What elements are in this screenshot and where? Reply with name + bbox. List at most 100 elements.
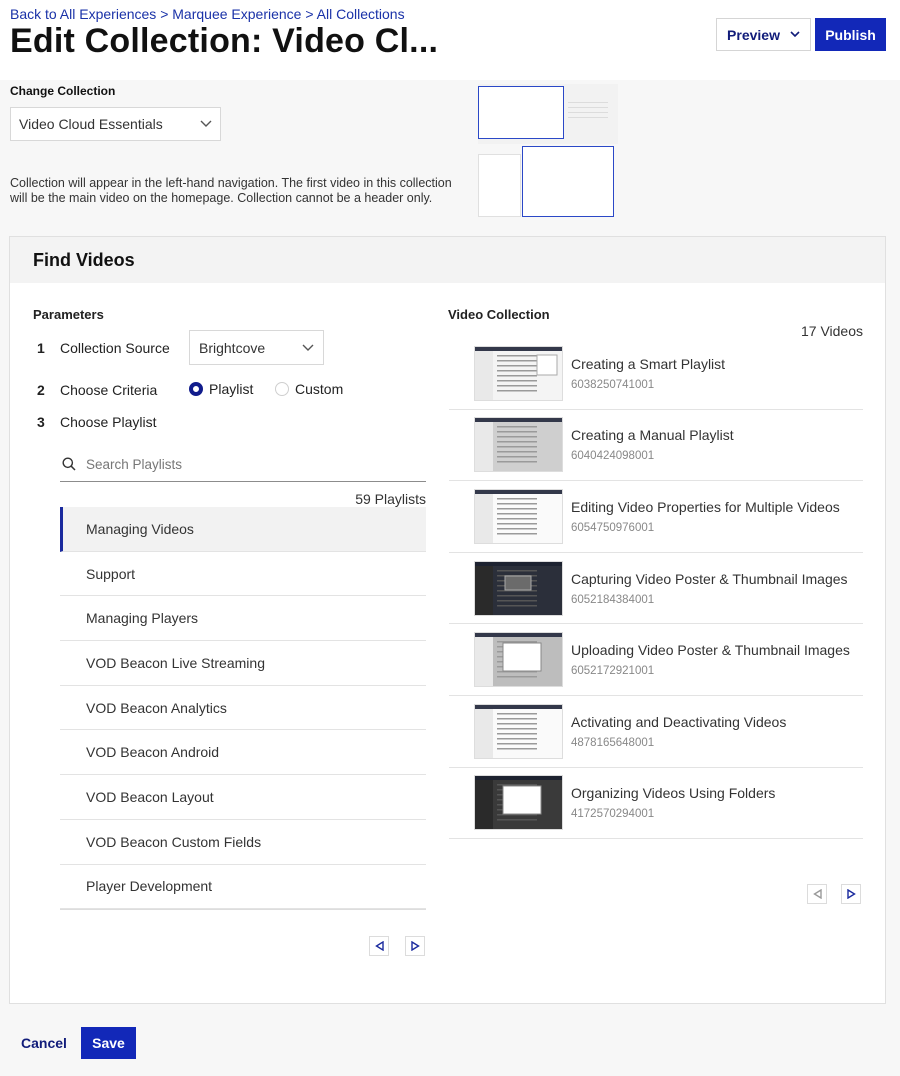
triangle-left-icon	[374, 941, 384, 951]
video-list: Creating a Smart Playlist 6038250741001 Cr…	[449, 338, 863, 840]
chevron-down-icon	[200, 120, 212, 127]
playlist-list: Managing Videos Support Managing Players VO…	[60, 507, 426, 911]
playlist-item-label: Managing Players	[86, 610, 199, 627]
video-title: Creating a Manual Playlist	[571, 427, 734, 444]
playlist-item[interactable]: VOD Beacon Live Streaming	[60, 641, 426, 686]
layout-preview-sidebar	[478, 154, 521, 217]
video-text: Editing Video Properties for Multiple Vi…	[571, 499, 861, 534]
playlist-item-label: VOD Beacon Live Streaming	[86, 654, 265, 671]
step-choose-criteria: 2 Choose Criteria	[37, 382, 157, 398]
save-button[interactable]: Save	[81, 1027, 136, 1059]
step-label: Choose Criteria	[60, 382, 158, 398]
step-number: 1	[37, 340, 45, 356]
collection-source-select[interactable]: Brightcove	[189, 330, 324, 365]
playlist-item-label: VOD Beacon Layout	[86, 788, 214, 805]
collection-source-value: Brightcove	[199, 339, 266, 356]
chevron-down-icon	[302, 344, 314, 351]
video-title: Uploading Video Poster & Thumbnail Image…	[571, 642, 850, 659]
step-label: Choose Playlist	[60, 414, 157, 430]
playlist-item-label: Support	[86, 565, 136, 582]
publish-button[interactable]: Publish	[815, 18, 886, 51]
video-text: Capturing Video Poster & Thumbnail Image…	[571, 571, 861, 606]
step-number: 2	[37, 382, 45, 398]
playlist-item[interactable]: VOD Beacon Analytics	[60, 685, 426, 731]
video-collection-title: Video Collection	[448, 307, 550, 322]
video-prev-button[interactable]	[807, 884, 827, 904]
video-title: Capturing Video Poster & Thumbnail Image…	[571, 570, 848, 587]
video-id: 6040424098001	[571, 450, 655, 463]
video-thumbnail	[474, 703, 563, 759]
radio-label: Playlist	[209, 381, 254, 397]
find-videos-title: Find Videos	[33, 250, 135, 270]
video-title: Activating and Deactivating Videos	[571, 713, 787, 730]
triangle-left-icon	[812, 889, 822, 899]
video-item[interactable]: Activating and Deactivating Videos 487816…	[449, 695, 863, 768]
layout-preview-main-video-box	[478, 86, 564, 139]
video-item[interactable]: Uploading Video Poster & Thumbnail Image…	[449, 624, 863, 696]
radio-checked-icon	[189, 382, 203, 396]
layout-preview-diagram	[478, 84, 618, 219]
criteria-radio-custom[interactable]: Custom	[275, 381, 343, 397]
breadcrumb-link-experiences[interactable]: Back to All Experiences	[10, 6, 156, 22]
change-collection-label: Change Collection	[10, 84, 116, 98]
collection-select-value: Video Cloud Essentials	[19, 116, 163, 132]
video-text: Organizing Videos Using Folders 417257029…	[571, 785, 861, 820]
playlist-item[interactable]: VOD Beacon Layout	[60, 775, 426, 820]
playlist-item[interactable]: VOD Beacon Android	[60, 730, 426, 776]
video-item[interactable]: Creating a Manual Playlist 6040424098001	[449, 409, 863, 482]
step-number: 3	[37, 414, 45, 430]
breadcrumb-link-marquee[interactable]: Marquee Experience	[172, 6, 301, 22]
playlist-item[interactable]: Support	[60, 551, 426, 597]
playlist-prev-button[interactable]	[369, 936, 389, 956]
playlist-search	[60, 447, 426, 482]
collection-description: Collection will appear in the left-hand …	[10, 176, 452, 205]
playlist-item-label: VOD Beacon Android	[86, 744, 220, 761]
header-bar: Back to All Experiences > Marquee Experi…	[0, 0, 900, 80]
video-text: Creating a Smart Playlist 6038250741001	[571, 356, 861, 391]
step-choose-playlist: 3 Choose Playlist	[37, 414, 157, 430]
playlist-item-label: Player Development	[86, 878, 213, 895]
video-count: 17 Videos	[800, 323, 863, 339]
breadcrumb-link-collections[interactable]: All Collections	[317, 6, 405, 22]
preview-label: Preview	[727, 26, 780, 43]
video-id: 6054750976001	[571, 521, 655, 534]
playlist-item-label: VOD Beacon Analytics	[86, 699, 227, 716]
find-videos-panel: Find Videos Parameters 1 Collection Sourc…	[9, 236, 886, 1004]
criteria-radio-playlist[interactable]: Playlist	[189, 381, 253, 397]
playlist-next-button[interactable]	[405, 936, 425, 956]
preview-button[interactable]: Preview	[716, 18, 811, 51]
playlist-item[interactable]: Managing Videos	[60, 507, 426, 552]
collection-select[interactable]: Video Cloud Essentials	[10, 107, 221, 141]
video-id: 4878165648001	[571, 736, 655, 749]
layout-preview-lines	[568, 102, 608, 122]
search-playlists-input[interactable]	[86, 456, 406, 472]
video-thumbnail	[474, 560, 563, 616]
video-thumbnail	[474, 488, 563, 544]
playlist-item[interactable]: VOD Beacon Custom Fields	[60, 819, 426, 865]
playlist-item-label: VOD Beacon Custom Fields	[86, 833, 262, 850]
video-item[interactable]: Organizing Videos Using Folders 417257029…	[449, 767, 863, 840]
parameters-title: Parameters	[33, 307, 104, 322]
breadcrumb-separator: >	[305, 6, 314, 22]
playlist-count: 59 Playlists	[355, 491, 426, 507]
page-title: Edit Collection: Video Cl...	[10, 22, 439, 60]
video-next-button[interactable]	[841, 884, 861, 904]
video-item[interactable]: Editing Video Properties for Multiple Vi…	[449, 481, 863, 553]
triangle-right-icon	[410, 941, 420, 951]
breadcrumb-separator: >	[160, 6, 169, 22]
playlist-item[interactable]: Managing Players	[60, 596, 426, 642]
video-item[interactable]: Creating a Smart Playlist 6038250741001	[449, 338, 863, 410]
video-thumbnail	[474, 775, 563, 831]
video-title: Organizing Videos Using Folders	[571, 785, 776, 802]
video-item[interactable]: Capturing Video Poster & Thumbnail Image…	[449, 552, 863, 625]
playlist-item[interactable]: Player Development	[60, 864, 426, 910]
playlist-item-label: Managing Videos	[86, 520, 194, 537]
step-collection-source: 1 Collection Source	[37, 340, 170, 356]
triangle-right-icon	[846, 889, 856, 899]
cancel-button[interactable]: Cancel	[21, 1035, 67, 1051]
video-id: 6052184384001	[571, 593, 655, 606]
radio-unchecked-icon	[275, 382, 289, 396]
breadcrumb: Back to All Experiences > Marquee Experi…	[10, 6, 405, 22]
video-text: Activating and Deactivating Videos 487816…	[571, 714, 861, 749]
video-id: 6038250741001	[571, 378, 655, 391]
